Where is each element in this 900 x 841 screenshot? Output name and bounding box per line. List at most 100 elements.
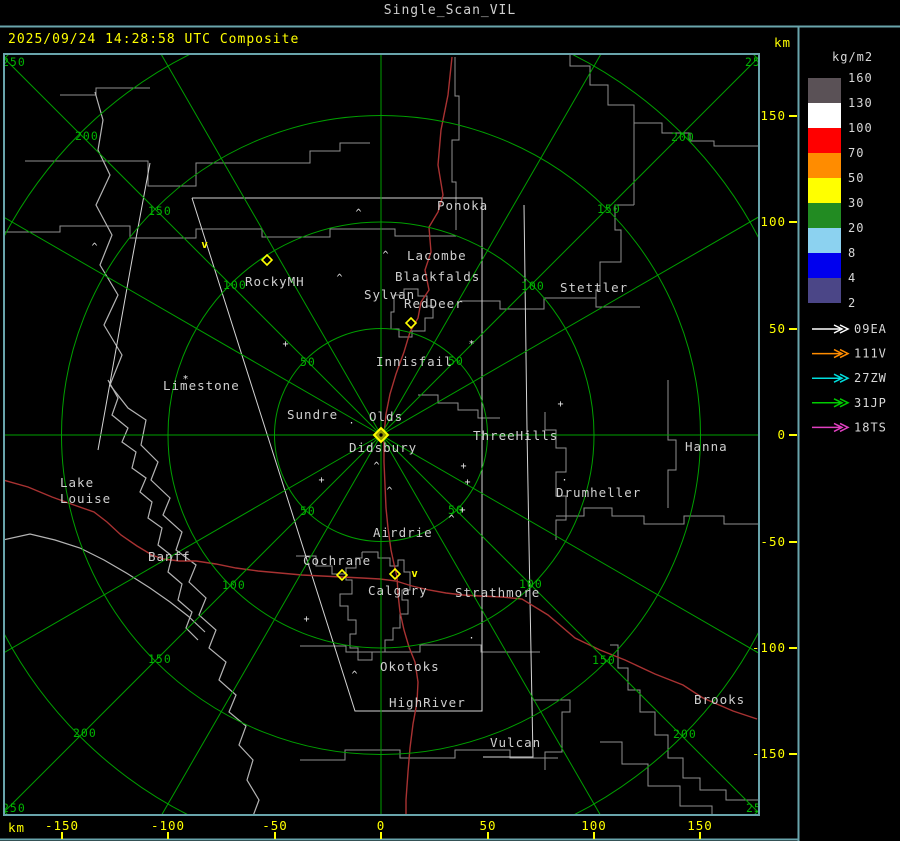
radar-site-marker: [260, 253, 274, 267]
legend-scale-label: 50: [848, 171, 864, 185]
town-marker: ·: [348, 418, 355, 429]
radar-center-dot: [379, 433, 383, 437]
city-label: Lake: [60, 475, 94, 490]
legend-radar-label: 18TS: [854, 420, 887, 434]
bottom-axis-label: 50: [479, 818, 496, 833]
right-axis-label: 50: [769, 321, 786, 336]
city-label: Sundre: [287, 407, 338, 422]
legend-color-swatch: [808, 128, 841, 153]
city-label: Ponoka: [437, 198, 488, 213]
city-label: Blackfalds: [395, 269, 480, 284]
city-label: Cochrane: [303, 553, 371, 568]
city-label: Hanna: [685, 439, 728, 454]
radial-line: [380, 56, 759, 436]
town-marker: ^: [336, 273, 343, 284]
right-axis-label: -150: [752, 746, 786, 761]
right-axis-label: 100: [760, 214, 786, 229]
range-ring-label: 200: [671, 130, 695, 144]
range-ring-label: 100: [223, 278, 247, 292]
range-ring-label: 150: [148, 204, 172, 218]
legend-scale-label: 20: [848, 221, 864, 235]
town-marker: ·: [468, 633, 475, 644]
town-marker: +: [303, 614, 310, 625]
town-marker: +: [557, 399, 564, 410]
right-axis-label: 150: [760, 108, 786, 123]
range-ring-label: 200: [73, 726, 97, 740]
legend-radar-label: 31JP: [854, 396, 887, 410]
radial-line: [380, 54, 602, 436]
county-boundary: [600, 741, 713, 815]
city-label: Banff: [148, 549, 191, 564]
city-label: Lacombe: [407, 248, 467, 263]
city-label: RockyMH: [245, 274, 305, 289]
city-label: Louise: [60, 491, 111, 506]
town-marker: +: [464, 477, 471, 488]
city-label: Innisfail: [376, 354, 453, 369]
radial-line: [160, 54, 382, 436]
range-ring: [4, 54, 759, 815]
town-marker: ^: [382, 250, 389, 261]
legend-scale-label: 130: [848, 96, 873, 110]
county-boundary: [25, 142, 370, 187]
legend-color-swatch: [808, 78, 841, 103]
legend-color-swatch: [808, 278, 841, 303]
range-ring-label: 250: [745, 55, 769, 69]
range-ring-label: 250: [2, 55, 26, 69]
legend-radar-label: 111V: [854, 347, 887, 361]
legend-color-swatch: [808, 103, 841, 128]
range-ring-label: 150: [597, 202, 621, 216]
park-boundary: [94, 91, 260, 815]
town-marker: +: [459, 505, 466, 516]
county-boundary: [556, 507, 759, 525]
bottom-axis-label: 150: [687, 818, 713, 833]
town-marker: +: [282, 339, 289, 350]
county-boundary: [60, 87, 150, 96]
chevron-marker: v: [411, 567, 419, 580]
town-marker: ^: [91, 242, 98, 253]
radial-line: [161, 434, 382, 815]
town-marker: ^: [448, 514, 455, 525]
county-boundary: [4, 225, 456, 239]
legend-color-swatch: [808, 153, 841, 178]
legend-unit-label: kg/m2: [832, 50, 873, 64]
county-boundary: [634, 122, 759, 147]
right-axis-unit: km: [774, 35, 791, 50]
city-label: HighRiver: [389, 695, 466, 710]
radar-app-window: 50 100 150 200 250 50 100 150 200 250 50 100 150 200 2…: [0, 0, 900, 841]
radial-line: [380, 434, 759, 654]
window-title: Single_Scan_VIL: [383, 3, 517, 18]
chevron-marker: v: [201, 238, 209, 251]
city-label: Limestone: [163, 378, 240, 393]
legend-radar-label: 27ZW: [854, 371, 887, 385]
right-axis-label: -50: [760, 534, 786, 549]
legend-radar-label: 09EA: [854, 322, 887, 336]
range-ring-label: 250: [746, 801, 770, 815]
city-label: RedDeer: [404, 296, 464, 311]
town-marker: *: [182, 374, 189, 385]
map-canvas[interactable]: 5010015020025050100150200250501001502002…: [0, 0, 900, 841]
bottom-axis-label: -100: [151, 818, 185, 833]
town-marker: +: [318, 475, 325, 486]
city-label: Stettler: [560, 280, 628, 295]
map-layers: 5010015020025050100150200250501001502002…: [2, 54, 770, 815]
legend-color-swatch: [808, 228, 841, 253]
bottom-axis-label: 100: [581, 818, 607, 833]
city-label: Okotoks: [380, 659, 440, 674]
range-ring-label: 50: [300, 504, 316, 518]
town-marker: ^: [386, 486, 393, 497]
city-label: Didsbury: [349, 440, 417, 455]
bottom-axis-label: -150: [45, 818, 79, 833]
town-marker: ^: [373, 461, 380, 472]
town-marker: ^: [351, 670, 358, 681]
radial-line: [380, 216, 759, 436]
town-marker: ^: [355, 208, 362, 219]
town-marker: +: [460, 461, 467, 472]
range-ring-label: 150: [148, 652, 172, 666]
range-ring-label: 100: [521, 279, 545, 293]
legend-color-swatch: [808, 178, 841, 203]
city-label: Strathmore: [455, 585, 540, 600]
legend-scale-label: 8: [848, 246, 856, 260]
range-ring-label: 50: [300, 355, 316, 369]
town-marker: *: [468, 339, 475, 350]
legend-scale-label: 160: [848, 71, 873, 85]
